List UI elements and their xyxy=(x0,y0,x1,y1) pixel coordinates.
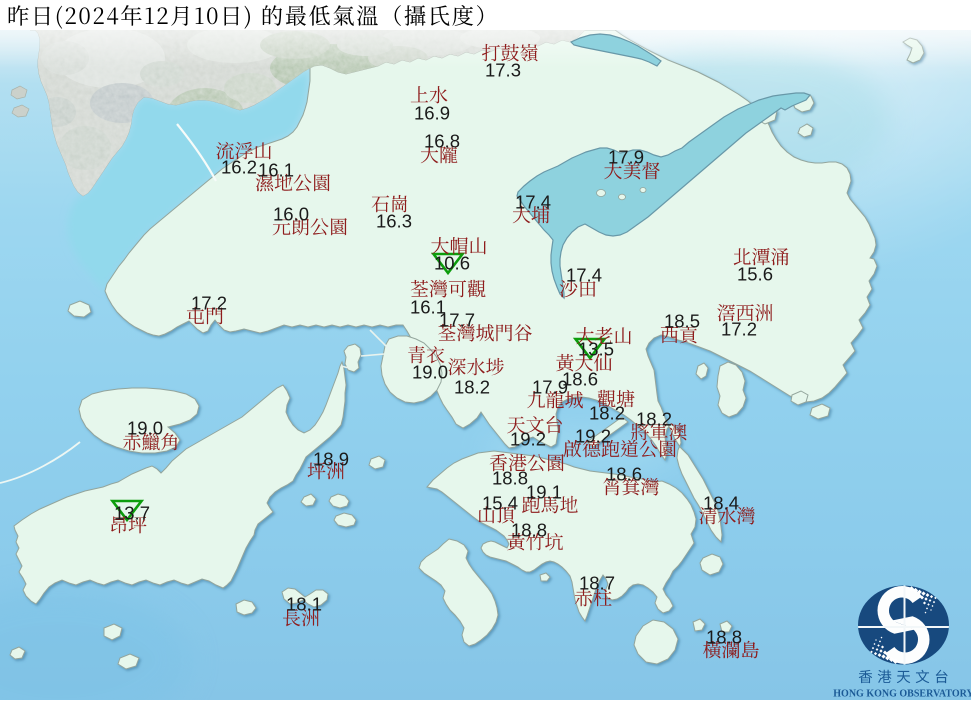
svg-text:19.2: 19.2 xyxy=(510,429,546,450)
svg-text:15.6: 15.6 xyxy=(737,264,773,285)
svg-text:16.3: 16.3 xyxy=(376,211,412,232)
svg-text:17.9: 17.9 xyxy=(608,147,644,168)
svg-text:18.9: 18.9 xyxy=(313,449,349,470)
svg-text:19.0: 19.0 xyxy=(127,418,163,439)
svg-text:17.7: 17.7 xyxy=(439,310,475,331)
svg-text:18.6: 18.6 xyxy=(606,464,642,485)
svg-text:10.6: 10.6 xyxy=(434,253,470,274)
svg-text:HONG KONG OBSERVATORY: HONG KONG OBSERVATORY xyxy=(833,689,971,700)
svg-text:18.8: 18.8 xyxy=(706,627,742,648)
svg-text:18.1: 18.1 xyxy=(286,594,322,615)
svg-text:13.7: 13.7 xyxy=(114,503,150,524)
svg-text:16.1: 16.1 xyxy=(258,160,294,181)
svg-text:17.9: 17.9 xyxy=(532,377,568,398)
svg-text:18.8: 18.8 xyxy=(492,468,528,489)
svg-text:18.7: 18.7 xyxy=(579,573,615,594)
svg-text:19.2: 19.2 xyxy=(575,426,611,447)
svg-text:17.4: 17.4 xyxy=(566,265,602,286)
svg-text:18.2: 18.2 xyxy=(454,377,490,398)
svg-text:18.2: 18.2 xyxy=(636,409,672,430)
svg-text:19.1: 19.1 xyxy=(526,482,562,503)
svg-text:17.2: 17.2 xyxy=(191,293,227,314)
svg-text:15.4: 15.4 xyxy=(482,493,518,514)
svg-text:19.0: 19.0 xyxy=(412,362,448,383)
svg-text:18.2: 18.2 xyxy=(589,403,625,424)
svg-text:17.2: 17.2 xyxy=(721,319,757,340)
svg-text:18.5: 18.5 xyxy=(664,311,700,332)
svg-text:16.0: 16.0 xyxy=(273,204,309,225)
svg-text:16.9: 16.9 xyxy=(414,103,450,124)
svg-text:16.8: 16.8 xyxy=(424,131,460,152)
svg-text:17.4: 17.4 xyxy=(515,192,551,213)
svg-text:18.4: 18.4 xyxy=(703,493,739,514)
svg-text:16.2: 16.2 xyxy=(221,157,257,178)
svg-text:17.3: 17.3 xyxy=(485,60,521,81)
svg-text:18.8: 18.8 xyxy=(511,520,547,541)
